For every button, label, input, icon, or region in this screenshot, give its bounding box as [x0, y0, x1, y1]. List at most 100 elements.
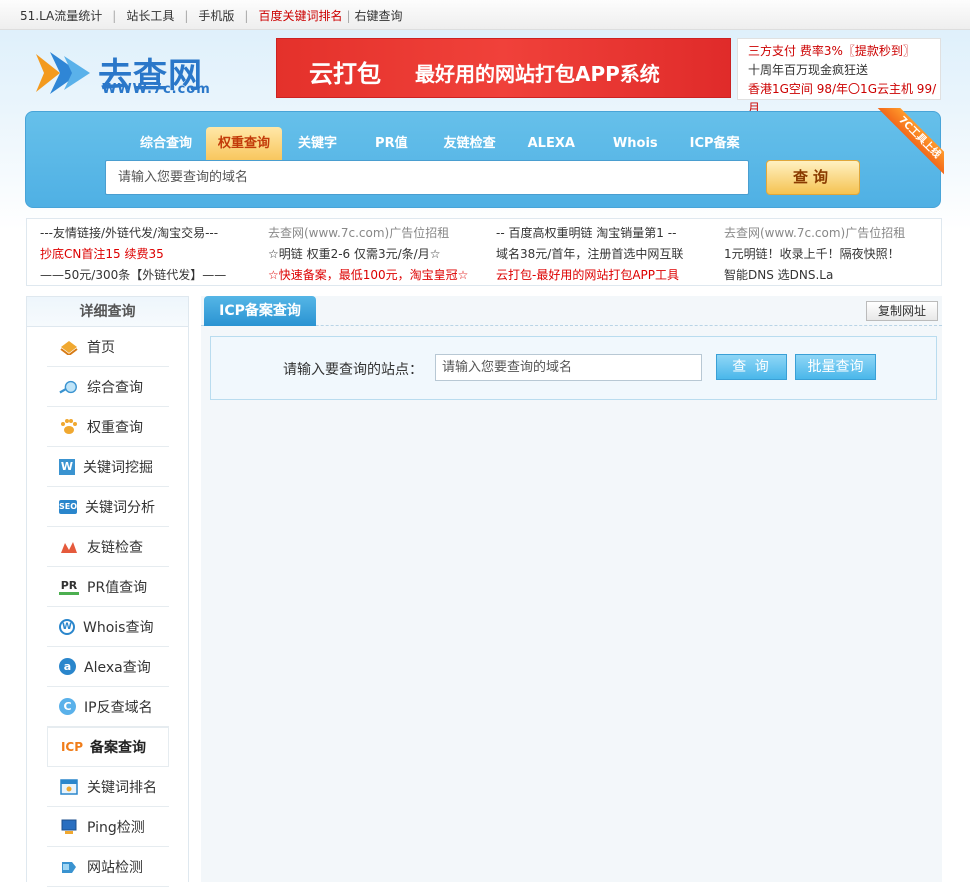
search-button[interactable]: 查询	[766, 160, 860, 195]
text-ad-box: 三方支付 费率3%〖提款秒到〗 十周年百万现金疯狂送 香港1G空间 98/年〇1…	[737, 38, 941, 115]
ad-column-1: ---友情链接/外链代发/淘宝交易--- 抄底CN首注15 续费35 ——50元…	[40, 223, 226, 286]
sidebar-item-comprehensive[interactable]: 综合查询	[47, 367, 169, 407]
sidebar-item-ip-reverse[interactable]: C IP反查域名	[47, 687, 169, 727]
top-bar: 51.LA流量统计 | 站长工具 | 手机版 | 百度关键词排名 | 右键查询	[0, 0, 970, 30]
ad-link[interactable]: 1元明链！收录上千！隔夜快照！	[724, 244, 905, 265]
ad-line-anniversary[interactable]: 十周年百万现金疯狂送	[748, 61, 940, 80]
top-link-51la[interactable]: 51.LA流量统计	[20, 7, 102, 24]
sidebar-item-keyword-mining[interactable]: W 关键词挖掘	[47, 447, 169, 487]
ip-reverse-icon: C	[59, 698, 76, 715]
sidebar-item-friend-links[interactable]: 友链检查	[47, 527, 169, 567]
sidebar-item-label: 权重查询	[87, 419, 143, 436]
site-logo[interactable]: 去查网 WWW.7c.com	[30, 46, 220, 100]
ad-column-3: -- 百度高权重明链 淘宝销量第1 -- 域名38元/首年，注册首选中网互联 云…	[496, 223, 683, 286]
sidebar-title: 详细查询	[27, 297, 188, 327]
tab-alexa[interactable]: ALEXA	[510, 127, 593, 160]
sidebar-item-keyword-analysis[interactable]: SEO 关键词分析	[47, 487, 169, 527]
corner-ribbon[interactable]: 7C工具上线	[874, 108, 944, 178]
paw-icon	[59, 417, 79, 437]
batch-query-button[interactable]: 批量查询	[795, 354, 876, 380]
sidebar-item-label: Alexa查询	[84, 659, 151, 676]
ad-link[interactable]: 去查网(www.7c.com)广告位招租	[268, 223, 468, 244]
sidebar: 详细查询 首页 综合查询 权重查询 W 关键词挖掘 SEO 关键词分析 友链检查…	[26, 296, 189, 887]
tab-whois[interactable]: Whois	[595, 127, 676, 160]
sidebar-item-pr[interactable]: PR PR值查询	[47, 567, 169, 607]
search-panel: 综合查询 权重查询 关键字 PR值 友链检查 ALEXA Whois ICP备案…	[25, 111, 941, 208]
tab-pr[interactable]: PR值	[353, 127, 430, 160]
ribbon-label: 7C工具上线	[874, 108, 944, 178]
ad-link[interactable]: ☆明链 权重2-6 仅需3元/条/月☆	[268, 244, 468, 265]
magnifier-globe-icon	[59, 377, 79, 397]
sidebar-item-keyword-rank[interactable]: 关键词排名	[47, 767, 169, 807]
sidebar-item-icp[interactable]: ICP 备案查询	[47, 727, 169, 767]
top-link-webmaster-tools[interactable]: 站长工具	[126, 7, 174, 24]
copy-url-button[interactable]: 复制网址	[866, 301, 938, 321]
banner-subtitle: 最好用的网站打包APP系统	[415, 62, 660, 86]
query-button[interactable]: 查 询	[716, 354, 787, 380]
ad-link[interactable]: 域名38元/首年，注册首选中网互联	[496, 244, 683, 265]
alexa-icon: a	[59, 658, 76, 675]
text-link-ads: ---友情链接/外链代发/淘宝交易--- 抄底CN首注15 续费35 ——50元…	[26, 218, 942, 286]
keyword-w-icon: W	[59, 458, 75, 475]
sidebar-item-label: PR值查询	[87, 579, 148, 596]
sidebar-item-home[interactable]: 首页	[47, 327, 169, 367]
sidebar-item-label: 综合查询	[87, 379, 143, 396]
sidebar-item-label: Whois查询	[83, 619, 154, 636]
sidebar-item-label: 友链检查	[87, 539, 143, 556]
banner-ad[interactable]: 云打包 最好用的网站打包APP系统	[276, 38, 731, 98]
main-content: ICP备案查询 复制网址 请输入要查询的站点： 请输入您要查询的域名 查 询 批…	[201, 296, 942, 882]
divider: |	[346, 8, 351, 23]
search-tabs: 综合查询 权重查询 关键字 PR值 友链检查 ALEXA Whois ICP备案	[128, 127, 754, 160]
tab-keyword[interactable]: 关键字	[284, 127, 351, 160]
banner-title: 云打包	[309, 60, 381, 88]
ad-column-4: 去查网(www.7c.com)广告位招租 1元明链！收录上千！隔夜快照！ 智能D…	[724, 223, 905, 286]
whois-icon: W	[59, 618, 75, 635]
site-check-icon	[59, 857, 79, 877]
domain-search-input[interactable]: 请输入您要查询的域名	[105, 160, 749, 195]
sidebar-item-label: 关键词挖掘	[83, 459, 153, 476]
pr-icon: PR	[59, 579, 79, 595]
ad-line-payment[interactable]: 三方支付 费率3%〖提款秒到〗	[748, 42, 940, 61]
seo-icon: SEO	[59, 499, 77, 514]
ad-link[interactable]: ——50元/300条【外链代发】——	[40, 265, 226, 286]
icp-query-panel: 请输入要查询的站点： 请输入您要查询的域名 查 询 批量查询	[210, 336, 937, 400]
top-links: 51.LA流量统计 | 站长工具 | 手机版 | 百度关键词排名 | 右键查询	[20, 7, 403, 24]
icp-icon: ICP	[60, 740, 84, 754]
monitor-icon	[59, 817, 79, 837]
top-link-baidu-keyword-rank[interactable]: 百度关键词排名	[258, 7, 342, 24]
sidebar-item-ping[interactable]: Ping检测	[47, 807, 169, 847]
tab-icp-query[interactable]: ICP备案查询	[204, 296, 316, 326]
top-link-mobile[interactable]: 手机版	[198, 7, 234, 24]
tab-weight[interactable]: 权重查询	[206, 127, 283, 160]
sidebar-item-whois[interactable]: W Whois查询	[47, 607, 169, 647]
ad-link[interactable]: 抄底CN首注15 续费35	[40, 244, 226, 265]
divider: |	[184, 8, 189, 23]
ad-link[interactable]: 去查网(www.7c.com)广告位招租	[724, 223, 905, 244]
link-chart-icon	[59, 537, 79, 557]
tab-comprehensive[interactable]: 综合查询	[128, 127, 204, 160]
home-icon	[59, 337, 79, 357]
top-link-right-click-query[interactable]: 右键查询	[355, 7, 403, 24]
rank-window-icon	[59, 777, 79, 797]
tab-friend-links[interactable]: 友链检查	[432, 127, 508, 160]
divider: |	[112, 8, 117, 23]
sidebar-item-label: 关键词分析	[85, 499, 155, 516]
sidebar-item-label: IP反查域名	[84, 699, 153, 716]
ad-link[interactable]: 云打包-最好用的网站打包APP工具	[496, 265, 683, 286]
ad-link[interactable]: -- 百度高权重明链 淘宝销量第1 --	[496, 223, 683, 244]
sidebar-item-label: 首页	[87, 339, 115, 356]
ad-column-2: 去查网(www.7c.com)广告位招租 ☆明链 权重2-6 仅需3元/条/月☆…	[268, 223, 468, 286]
divider: |	[244, 8, 249, 23]
sidebar-item-alexa[interactable]: a Alexa查询	[47, 647, 169, 687]
site-input[interactable]: 请输入您要查询的域名	[435, 354, 702, 381]
sidebar-item-site-check[interactable]: 网站检测	[47, 847, 169, 887]
content-tab-bar: ICP备案查询 复制网址	[201, 296, 942, 326]
sidebar-item-label: Ping检测	[87, 819, 145, 836]
site-input-label: 请输入要查询的站点：	[283, 362, 423, 378]
ad-link[interactable]: ---友情链接/外链代发/淘宝交易---	[40, 223, 226, 244]
ad-link[interactable]: ☆快速备案，最低100元，淘宝皇冠☆	[268, 265, 468, 286]
tab-icp[interactable]: ICP备案	[678, 127, 752, 160]
sidebar-item-weight[interactable]: 权重查询	[47, 407, 169, 447]
sidebar-item-label: 关键词排名	[87, 779, 157, 796]
ad-link[interactable]: 智能DNS 选DNS.La	[724, 265, 905, 286]
